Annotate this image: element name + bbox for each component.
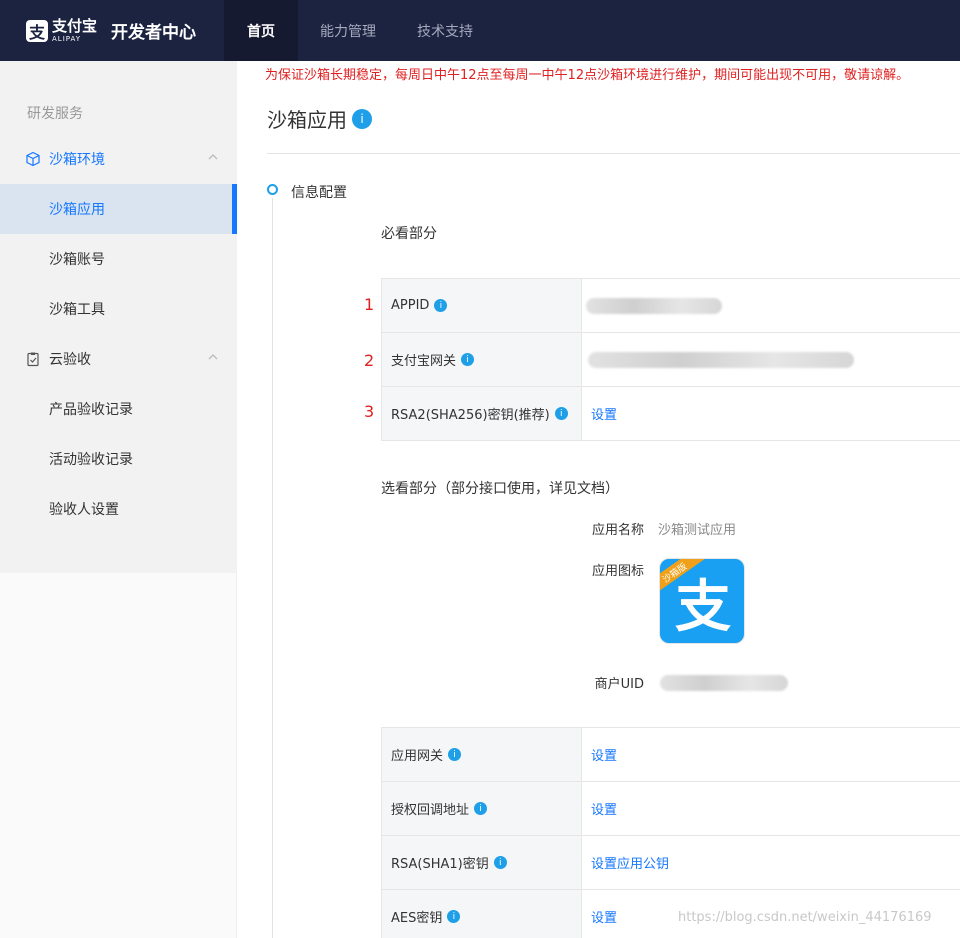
row-key: AES密钥 <box>391 911 443 926</box>
step-dot-icon <box>267 184 278 195</box>
chevron-up-icon[interactable] <box>207 351 219 367</box>
row-key: 应用网关 <box>391 749 444 764</box>
sidebar-group-cloud-acceptance[interactable]: 云验收 <box>0 334 237 384</box>
step-label: 信息配置 <box>291 185 347 201</box>
merchant-uid-label: 商户UID <box>594 677 644 692</box>
sidebar-item-acceptor-settings[interactable]: 验收人设置 <box>0 484 237 534</box>
row-key: RSA(SHA1)密钥 <box>391 857 489 872</box>
top-bar: 支 支付宝 ALIPAY 开发者中心 首页 能力管理 技术支持 <box>0 0 960 61</box>
required-config-table: APPID i 支付宝网关 i RSA2(SHA256)密钥(推荐) i 设置 <box>381 278 960 441</box>
table-row: RSA2(SHA256)密钥(推荐) i 设置 <box>381 387 960 441</box>
appid-value-blurred <box>586 297 722 314</box>
sidebar-section-title: 研发服务 <box>27 106 83 122</box>
aes-key-set-link[interactable]: 设置 <box>591 907 617 926</box>
clipboard-check-icon <box>25 351 41 367</box>
info-icon[interactable]: i <box>554 407 568 420</box>
sidebar-item-product-acceptance[interactable]: 产品验收记录 <box>0 384 237 434</box>
sidebar-group-sandbox[interactable]: 沙箱环境 <box>0 134 237 184</box>
watermark-text: https://blog.csdn.net/weixin_44176169 <box>678 910 932 925</box>
page-title: 沙箱应用 i <box>267 104 372 133</box>
logo-en-text: ALIPAY <box>52 34 82 43</box>
row-key: 授权回调地址 <box>391 803 470 818</box>
row-number: 3 <box>364 402 375 421</box>
app-name-value: 沙箱测试应用 <box>658 523 737 538</box>
app-icon-image[interactable]: 支 沙箱版 <box>659 558 745 644</box>
gateway-value-blurred <box>588 351 854 368</box>
maintenance-notice: 为保证沙箱长期稳定，每周日中午12点至每周一中午12点沙箱环境进行维护，期间可能… <box>265 68 910 83</box>
cube-icon <box>25 151 41 167</box>
info-icon[interactable]: i <box>461 353 475 366</box>
info-icon[interactable]: i <box>448 748 462 761</box>
required-section-label: 必看部分 <box>381 226 437 242</box>
divider <box>267 153 960 154</box>
optional-config-table: 应用网关 i 设置 授权回调地址 i 设置 RSA(SHA1)密钥 i 设置应用公钥 … <box>381 727 960 938</box>
table-row: APPID i <box>381 279 960 333</box>
app-gateway-set-link[interactable]: 设置 <box>591 745 617 764</box>
table-row: 授权回调地址 i 设置 <box>381 782 960 836</box>
logo-cn-text: 支付宝 <box>52 16 98 35</box>
rsa-sha1-set-public-key-link[interactable]: 设置应用公钥 <box>591 853 669 872</box>
table-row: 支付宝网关 i <box>381 333 960 387</box>
step-timeline <box>272 198 273 938</box>
nav-capability-management[interactable]: 能力管理 <box>298 0 398 61</box>
sidebar-group-label: 云验收 <box>49 352 91 368</box>
sidebar: 研发服务 沙箱环境 沙箱应用 沙箱账号 沙箱工具 云验收 产品验收记录 活动验收… <box>0 61 237 573</box>
table-row: 应用网关 i 设置 <box>381 728 960 782</box>
row-number: 1 <box>364 295 375 314</box>
info-icon[interactable]: i <box>474 802 488 815</box>
app-name-label: 应用名称 <box>591 523 644 538</box>
chevron-up-icon[interactable] <box>207 151 219 167</box>
rsa2-set-link[interactable]: 设置 <box>591 404 617 423</box>
table-row: RSA(SHA1)密钥 i 设置应用公钥 <box>381 836 960 890</box>
sidebar-item-sandbox-account[interactable]: 沙箱账号 <box>0 234 237 284</box>
auth-callback-set-link[interactable]: 设置 <box>591 799 617 818</box>
sidebar-item-activity-acceptance[interactable]: 活动验收记录 <box>0 434 237 484</box>
sidebar-group-label: 沙箱环境 <box>49 152 105 168</box>
app-icon-label: 应用图标 <box>591 564 644 579</box>
alipay-logo[interactable]: 支 支付宝 ALIPAY 开发者中心 <box>26 18 196 43</box>
info-icon[interactable]: i <box>352 108 372 129</box>
nav-tech-support[interactable]: 技术支持 <box>398 0 492 61</box>
alipay-logo-icon: 支 <box>26 19 48 42</box>
sidebar-empty-area <box>0 573 237 938</box>
optional-section-label: 选看部分（部分接口使用，详见文档） <box>381 481 619 497</box>
site-title: 开发者中心 <box>111 23 197 43</box>
info-icon[interactable]: i <box>493 856 507 869</box>
main-nav: 首页 能力管理 技术支持 <box>224 0 492 61</box>
row-number: 2 <box>364 351 375 370</box>
info-icon[interactable]: i <box>434 299 448 312</box>
sidebar-item-sandbox-app[interactable]: 沙箱应用 <box>0 184 237 234</box>
merchant-uid-value-blurred <box>660 675 788 691</box>
nav-home[interactable]: 首页 <box>224 0 298 61</box>
row-key: APPID <box>391 298 430 313</box>
sidebar-item-sandbox-tools[interactable]: 沙箱工具 <box>0 284 237 334</box>
info-icon[interactable]: i <box>447 910 461 923</box>
row-key: 支付宝网关 <box>391 354 457 369</box>
row-key: RSA2(SHA256)密钥(推荐) <box>391 408 550 423</box>
